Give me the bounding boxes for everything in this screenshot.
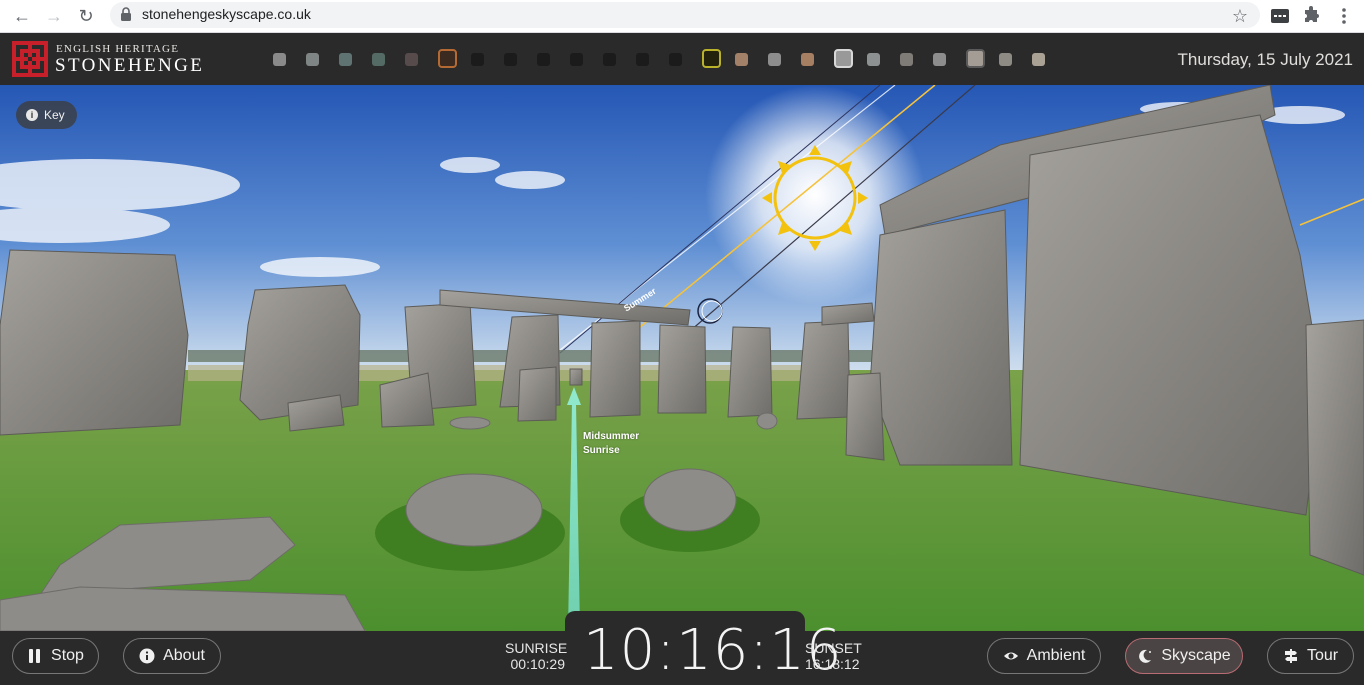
time-swatch[interactable]: [966, 49, 985, 68]
time-swatch[interactable]: [471, 53, 484, 66]
time-swatch[interactable]: [372, 53, 385, 66]
current-date: Thursday, 15 July 2021: [1177, 50, 1353, 69]
time-swatch[interactable]: [669, 53, 682, 66]
puzzle-extensions-icon[interactable]: [1299, 4, 1323, 28]
time-swatch[interactable]: [900, 53, 913, 66]
tour-button[interactable]: Tour: [1267, 638, 1354, 674]
info-icon: i: [26, 109, 38, 121]
sunset-info: SUNSET 16:18:12: [805, 640, 862, 672]
pause-icon: [29, 649, 41, 663]
brand-subtitle: ENGLISH HERITAGE: [56, 43, 180, 55]
brand-title: STONEHENGE: [55, 55, 205, 76]
time-swatch[interactable]: [405, 53, 418, 66]
moon-star-icon: [1139, 649, 1152, 663]
bookmark-star-icon[interactable]: ☆: [1228, 4, 1252, 28]
sunset-label: SUNSET: [805, 640, 862, 656]
key-button-label: Key: [44, 108, 65, 122]
panorama-scene[interactable]: i Key Summer Midsummer Sunrise: [0, 85, 1364, 631]
ambient-button-label: Ambient: [1026, 647, 1086, 664]
ambient-button[interactable]: Ambient: [987, 638, 1101, 674]
current-time-clock: 10:16:16: [583, 618, 843, 683]
stop-button-label: Stop: [51, 647, 84, 664]
time-swatch[interactable]: [999, 53, 1012, 66]
sunrise-label: SUNRISE: [505, 640, 568, 656]
time-swatch[interactable]: [570, 53, 583, 66]
time-swatch[interactable]: [768, 53, 781, 66]
site-header: ENGLISH HERITAGE STONEHENGE Thursday, 15…: [0, 33, 1364, 85]
time-swatch[interactable]: [636, 53, 649, 66]
url-text: stonehengeskyscape.co.uk: [142, 6, 311, 22]
time-swatch[interactable]: [867, 53, 880, 66]
about-button-label: About: [163, 647, 205, 664]
lock-icon: [121, 7, 131, 21]
time-swatch[interactable]: [438, 49, 457, 68]
time-swatch[interactable]: [537, 53, 550, 66]
panorama-image[interactable]: [0, 85, 1364, 631]
sunrise-time: 00:10:29: [510, 656, 566, 672]
forward-arrow-icon[interactable]: →: [42, 4, 66, 28]
browser-toolbar: ← → ↻ stonehengeskyscape.co.uk ☆: [0, 0, 1364, 33]
sunset-time: 16:18:12: [805, 656, 860, 672]
time-swatch[interactable]: [801, 53, 814, 66]
time-swatch[interactable]: [702, 49, 721, 68]
time-swatch[interactable]: [504, 53, 517, 66]
address-bar[interactable]: stonehengeskyscape.co.uk: [110, 2, 1260, 28]
extension-icon[interactable]: [1268, 4, 1292, 28]
time-swatch[interactable]: [933, 53, 946, 66]
sunrise-info: SUNRISE 00:10:29: [505, 640, 568, 672]
time-swatch[interactable]: [306, 53, 319, 66]
tour-button-label: Tour: [1306, 647, 1339, 664]
time-swatch[interactable]: [603, 53, 616, 66]
eye-icon: [1003, 652, 1018, 660]
reload-icon[interactable]: ↻: [74, 4, 98, 28]
english-heritage-logo-icon[interactable]: [12, 41, 48, 77]
signpost-icon: [1284, 649, 1297, 663]
key-button[interactable]: i Key: [16, 101, 77, 129]
skyscape-button-label: Skyscape: [1161, 647, 1231, 664]
about-button[interactable]: About: [123, 638, 221, 674]
time-swatch[interactable]: [834, 49, 853, 68]
bottom-control-bar: Stop About SUNRISE 00:10:29 10:16:16 SUN…: [0, 611, 1364, 685]
time-swatch[interactable]: [339, 53, 352, 66]
info-circle-icon: [139, 648, 155, 664]
stop-button[interactable]: Stop: [12, 638, 99, 674]
back-arrow-icon[interactable]: ←: [10, 4, 34, 28]
time-swatch[interactable]: [273, 53, 286, 66]
midsummer-sunrise-label: Midsummer Sunrise: [583, 431, 640, 456]
time-swatch[interactable]: [735, 53, 748, 66]
time-swatch[interactable]: [1032, 53, 1045, 66]
skyscape-button[interactable]: Skyscape: [1125, 638, 1243, 674]
browser-menu-icon[interactable]: [1332, 4, 1356, 28]
